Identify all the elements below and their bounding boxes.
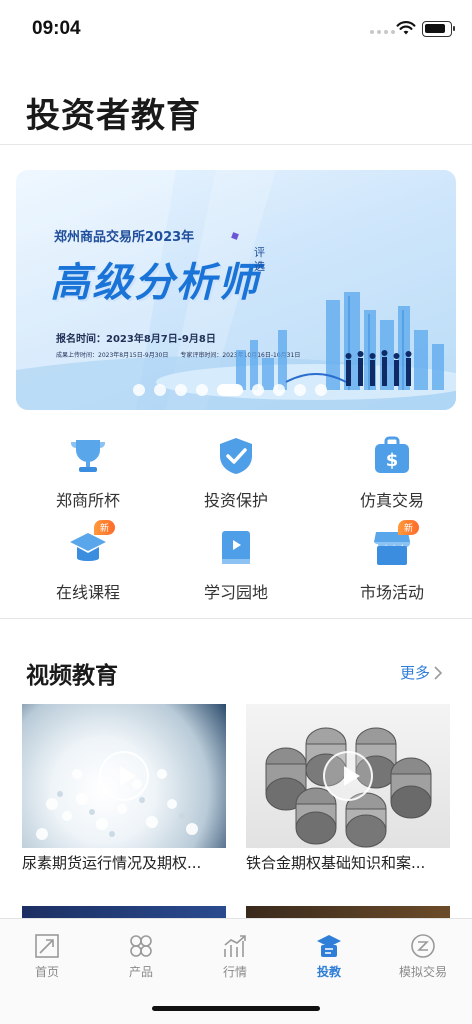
tab-label: 模拟交易 (398, 965, 447, 979)
tab-label: 产品 (128, 965, 153, 979)
entry-zhengshangsuo-cup[interactable]: 郑商所杯 (18, 436, 158, 511)
banner-dot[interactable] (294, 384, 306, 396)
shop-icon: 新 (372, 520, 420, 568)
divider (0, 618, 472, 619)
banner-dot[interactable] (175, 384, 187, 396)
banner-org: 郑州商品交易所2023年 (54, 230, 195, 245)
banner-signup-date: 报名时间：2023年8月7日-9月8日 (56, 334, 216, 345)
banner-dot[interactable] (196, 384, 208, 396)
shield-check-icon (216, 436, 256, 476)
simulate-trade-icon (410, 933, 436, 959)
product-grid-icon (128, 933, 154, 959)
status-time: 09:04 (32, 18, 81, 39)
video-thumbnail (246, 704, 450, 848)
tab-label: 行情 (222, 965, 247, 979)
divider (0, 144, 472, 145)
section-title: 视频教育 (26, 663, 118, 689)
promo-banner[interactable]: 郑州商品交易所2023年 高级分析师 评选 报名时间：2023年8月7日-9月8… (16, 170, 456, 410)
banner-dot[interactable] (133, 384, 145, 396)
signal-icon (370, 30, 395, 34)
svg-text:$: $ (386, 450, 399, 471)
entry-study-garden[interactable]: 学习园地 (166, 528, 306, 603)
new-badge: 新 (398, 520, 420, 535)
trophy-icon (68, 436, 108, 476)
entry-label: 在线课程 (55, 583, 120, 602)
video-card[interactable]: 尿素期货运行情况及期权... (22, 704, 226, 873)
video-card[interactable]: 铁合金期权基础知识和案... (246, 704, 450, 873)
new-badge: 新 (94, 520, 116, 535)
entry-label: 郑商所杯 (55, 491, 120, 510)
status-bar: 09:04 (0, 0, 472, 60)
banner-dot[interactable] (315, 384, 327, 396)
entry-simulated-trading[interactable]: $ 仿真交易 (322, 436, 462, 511)
entry-market-activities[interactable]: 新 市场活动 (322, 520, 462, 603)
tab-education[interactable]: 投教 (282, 933, 376, 980)
banner-dot[interactable] (154, 384, 166, 396)
banner-dot[interactable] (217, 384, 243, 396)
tab-home[interactable]: 首页 (0, 933, 94, 980)
entry-label: 仿真交易 (359, 491, 424, 510)
play-icon[interactable] (99, 751, 149, 801)
banner-dot[interactable] (273, 384, 285, 396)
video-title: 铁合金期权基础知识和案... (246, 854, 426, 872)
entry-investor-protection[interactable]: 投资保护 (166, 436, 306, 511)
chevron-right-icon (434, 665, 443, 680)
video-title: 尿素期货运行情况及期权... (22, 854, 202, 872)
banner-pagination[interactable] (133, 384, 327, 396)
book-play-icon (216, 528, 256, 568)
education-icon (316, 933, 342, 959)
entry-label: 市场活动 (359, 583, 424, 602)
entry-online-courses[interactable]: 新 在线课程 (18, 520, 158, 603)
entry-label: 投资保护 (203, 491, 268, 510)
tab-products[interactable]: 产品 (94, 933, 188, 980)
tab-label: 首页 (34, 965, 59, 979)
play-icon[interactable] (323, 751, 373, 801)
battery-icon (422, 21, 455, 37)
banner-dot[interactable] (252, 384, 264, 396)
tab-market[interactable]: 行情 (188, 933, 282, 980)
wifi-icon (396, 21, 416, 35)
home-arrow-icon (34, 933, 60, 959)
entry-label: 学习园地 (203, 583, 268, 602)
page-title: 投资者教育 (26, 96, 201, 136)
more-label: 更多 (400, 664, 431, 682)
more-link[interactable]: 更多 (400, 662, 443, 683)
tab-simulated-trading[interactable]: 模拟交易 (376, 933, 470, 980)
video-thumbnail (22, 704, 226, 848)
tab-label: 投教 (316, 965, 341, 979)
dollar-bag-icon: $ (372, 436, 412, 476)
graduation-cap-icon: 新 (68, 520, 116, 568)
chart-icon (222, 933, 248, 959)
home-indicator (152, 1006, 320, 1011)
